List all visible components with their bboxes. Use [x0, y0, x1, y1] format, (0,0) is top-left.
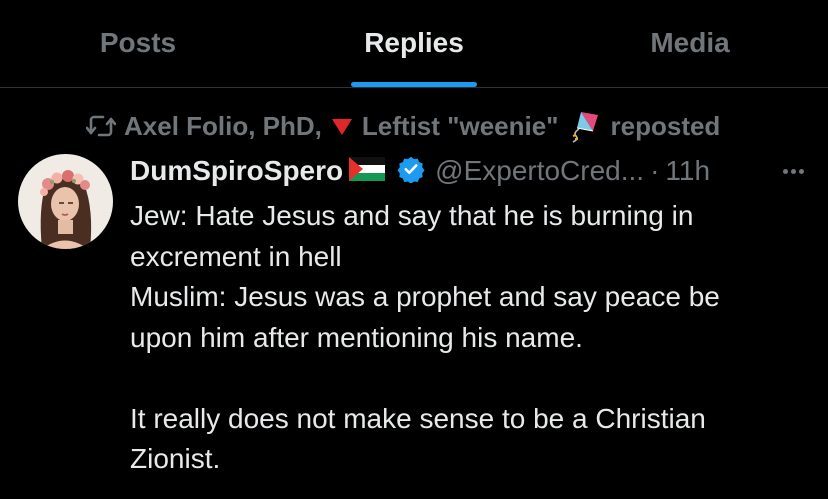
more-dot [798, 168, 804, 174]
active-tab-indicator [351, 82, 477, 87]
reposter-name: Axel Folio, PhD, [124, 110, 322, 141]
tab-media-label: Media [650, 27, 730, 58]
tweet-line [130, 358, 820, 399]
tweet-line: It really does not make sense to be a Ch… [130, 402, 706, 434]
tweet-line: upon him after mentioning his name. [130, 321, 583, 353]
tweet-line: Zionist. [130, 443, 221, 474]
more-icon[interactable] [776, 154, 810, 188]
tweet-line: Jew: Hate Jesus and say that he is burni… [130, 200, 694, 231]
display-name[interactable]: DumSpiroSpero [130, 155, 343, 187]
tweet-line: Muslim: Jesus was a prophet and say peac… [130, 281, 720, 312]
tab-posts-label: Posts [99, 27, 177, 58]
more-dot [782, 168, 788, 174]
tweet-line: excrement in hell [130, 240, 342, 272]
repost-icon [86, 115, 116, 137]
tweet-header: DumSpiroSpero @ExpertoCred... · 11h [130, 150, 820, 192]
tab-posts[interactable]: Posts [0, 0, 276, 87]
tab-media[interactable]: Media [552, 0, 828, 87]
reposted-label: reposted [610, 110, 721, 141]
more-dot [790, 168, 796, 174]
verified-badge-icon[interactable] [397, 155, 425, 188]
avatar[interactable] [18, 154, 113, 249]
reposter-name-suffix: Leftist "weenie" [361, 110, 559, 141]
tab-replies[interactable]: Replies [276, 0, 552, 87]
tab-replies-label: Replies [364, 27, 464, 58]
tweet-text: Jew: Hate Jesus and say that he is burni… [130, 196, 820, 480]
palestine-flag-icon [349, 156, 386, 186]
kite-emoji-icon [567, 109, 603, 143]
tweet-timestamp[interactable]: 11h [665, 155, 710, 187]
user-handle[interactable]: @ExpertoCred... [435, 155, 644, 187]
red-triangle-emoji-icon [330, 114, 354, 138]
profile-tabs: Posts Replies Media [0, 0, 828, 88]
repost-context[interactable]: Axel Folio, PhD, Leftist "weenie" repost… [86, 106, 720, 146]
separator-dot: · [650, 155, 660, 186]
